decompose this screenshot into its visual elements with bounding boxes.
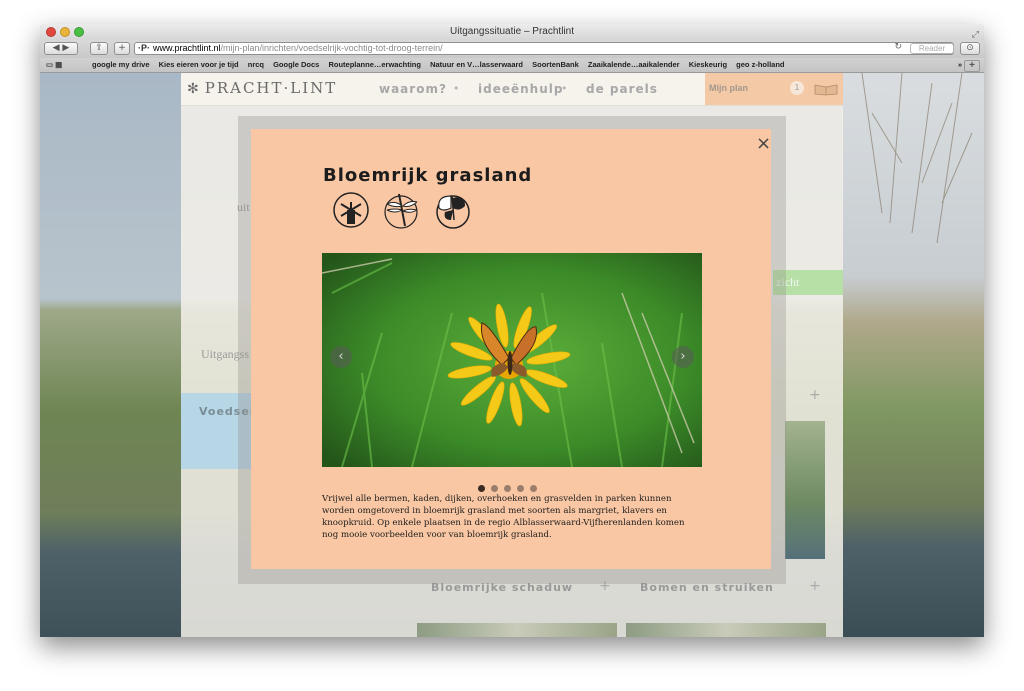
bookmark-list: google my drive Kies eieren voor je tijd… (92, 58, 792, 72)
modal-title: Bloemrijk grasland (323, 165, 533, 186)
nav-separator: • (561, 82, 568, 95)
info-modal: × Bloemrijk grasland ‹ › Vrijwel alle be… (251, 129, 771, 569)
book-icon (814, 84, 838, 96)
bookmarks-overflow-button[interactable]: » (958, 58, 962, 72)
nav-link-ideeenhulp[interactable]: ideeënhulp (478, 82, 563, 96)
close-window-button[interactable] (46, 27, 56, 37)
card-expand-icon[interactable]: + (809, 578, 821, 594)
site-navigation: ✻ PRACHT·LINT waarom? • ideeënhulp • de p… (181, 73, 843, 106)
title-bar: Uitgangssituatie – Prachtlint ⤢ (40, 24, 984, 40)
modal-description: Vrijwel alle bermen, kaden, dijken, over… (322, 494, 685, 540)
nav-separator: • (453, 82, 460, 95)
browser-toolbar: ◀ ▶ ⇪ + ·P· www.prachtlint.nl/mijn-plan/i… (40, 40, 984, 58)
share-button[interactable]: ⇪ (90, 42, 108, 55)
address-bar[interactable]: ·P· www.prachtlint.nl/mijn-plan/inrichten… (134, 42, 954, 55)
back-forward-buttons[interactable]: ◀ ▶ (44, 42, 78, 55)
site-favicon-icon: ·P· (138, 43, 150, 53)
reader-button[interactable]: Reader (910, 43, 954, 54)
bookmarks-bar: ▭ ▦ google my drive Kies eieren voor je … (40, 58, 984, 73)
add-bookmark-button[interactable]: + (114, 42, 130, 55)
window-title: Uitgangssituatie – Prachtlint (450, 26, 574, 37)
bookmark-item[interactable]: Natuur en V…lasserwaard (430, 60, 523, 69)
card-thumbnail-image (417, 623, 617, 637)
minimize-window-button[interactable] (60, 27, 70, 37)
my-plan-count-badge: 1 (790, 81, 804, 95)
bookmark-item[interactable]: nrcq (248, 60, 264, 69)
slide-dot-1[interactable] (478, 485, 485, 492)
butterfly-icon (436, 195, 470, 229)
close-icon[interactable]: × (756, 133, 771, 154)
my-plan-button[interactable]: Mijn plan 1 (705, 73, 843, 105)
card-thumbnail-image (626, 623, 826, 637)
bookmark-item[interactable]: Google Docs (273, 60, 319, 69)
reload-icon[interactable]: ↻ (894, 42, 902, 53)
web-content: ✻ PRACHT·LINT waarom? • ideeënhulp • de p… (40, 73, 984, 637)
slide-dot-5[interactable] (530, 485, 537, 492)
nav-link-waarom[interactable]: waarom? (379, 82, 447, 96)
bookmark-item[interactable]: google my drive (92, 60, 150, 69)
next-slide-button[interactable]: › (672, 346, 694, 368)
logo-text: PRACHT·LINT (204, 79, 338, 97)
browser-window: Uitgangssituatie – Prachtlint ⤢ ◀ ▶ ⇪ + … (40, 24, 984, 637)
zoom-window-button[interactable] (74, 27, 84, 37)
reading-list-icon[interactable]: ▭ ▦ (46, 58, 62, 72)
downloads-button[interactable]: ⊙ (960, 42, 980, 55)
nav-link-de-parels[interactable]: de parels (586, 82, 658, 96)
slide-dot-3[interactable] (504, 485, 511, 492)
url-host: www.prachtlint.nl (153, 43, 221, 53)
my-plan-label: Mijn plan (709, 83, 748, 93)
butterfly-logo-icon: ✻ (187, 81, 201, 97)
new-tab-button[interactable]: + (964, 60, 980, 72)
butterfly-on-flower-photo (322, 253, 702, 467)
previous-slide-button[interactable]: ‹ (330, 346, 352, 368)
bookmark-item[interactable]: geo z-holland (736, 60, 784, 69)
card-expand-icon[interactable]: + (809, 387, 821, 403)
bookmark-item[interactable]: Routeplanne…erwachting (328, 60, 421, 69)
card-thumbnail-image (785, 421, 825, 559)
bare-trees-illustration (861, 73, 973, 244)
slide-dot-2[interactable] (491, 485, 498, 492)
bookmark-item[interactable]: Kieskeurig (689, 60, 727, 69)
bookmark-item[interactable]: SoortenBank (532, 60, 579, 69)
site-logo[interactable]: ✻ PRACHT·LINT (187, 79, 337, 97)
bookmark-item[interactable]: Kies eieren voor je tijd (159, 60, 239, 69)
slide-dot-4[interactable] (517, 485, 524, 492)
url-path: /mijn-plan/inrichten/voedselrijk-vochtig… (220, 43, 443, 53)
background-landscape-right (842, 73, 984, 637)
windmill-icon (333, 192, 369, 228)
dragonfly-icon (384, 193, 418, 229)
photo-slideshow[interactable]: ‹ › (322, 253, 702, 467)
bookmark-item[interactable]: Zaaikalende…aaikalender (588, 60, 680, 69)
